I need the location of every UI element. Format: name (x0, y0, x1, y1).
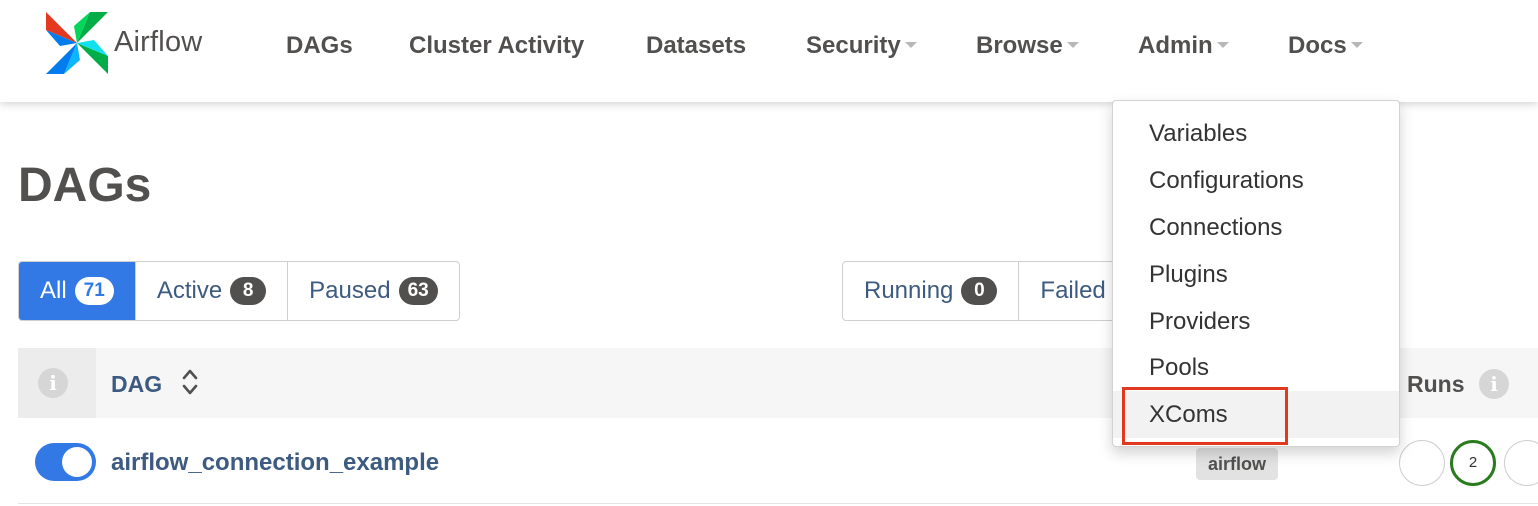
info-icon[interactable]: i (38, 368, 68, 398)
caret-down-icon (1216, 41, 1229, 48)
count-badge: 0 (961, 277, 998, 305)
brand-name[interactable]: Airflow (114, 26, 202, 59)
dag-tag[interactable]: airflow (1196, 448, 1279, 480)
count-badge: 71 (74, 277, 114, 305)
toggle-knob (62, 447, 92, 477)
menu-item-pools[interactable]: Pools (1113, 344, 1399, 391)
nav-browse[interactable]: Browse (976, 32, 1079, 60)
menu-item-configurations[interactable]: Configurations (1113, 157, 1399, 204)
airflow-logo-icon[interactable] (44, 10, 110, 76)
nav-docs[interactable]: Docs (1288, 32, 1363, 60)
run-state-circle[interactable] (1399, 440, 1445, 486)
filter-running-button[interactable]: Running 0 (843, 262, 1020, 320)
page-title: DAGs (18, 159, 152, 212)
admin-dropdown-menu: Variables Configurations Connections Plu… (1112, 100, 1400, 447)
nav-dags[interactable]: DAGs (286, 32, 353, 60)
menu-item-connections[interactable]: Connections (1113, 204, 1399, 251)
menu-item-variables[interactable]: Variables (1113, 110, 1399, 157)
run-state-circle-success[interactable]: 2 (1450, 440, 1496, 486)
filter-active-button[interactable]: Active 8 (136, 262, 289, 320)
dag-id-link[interactable]: airflow_connection_example (111, 449, 439, 477)
menu-item-xcoms[interactable]: XComs (1113, 391, 1399, 438)
run-filter-group: Running 0 Failed (842, 261, 1142, 321)
nav-cluster-activity[interactable]: Cluster Activity (409, 32, 584, 60)
info-icon[interactable]: i (1479, 369, 1509, 399)
caret-down-icon (904, 41, 917, 48)
column-header-dag[interactable]: DAG (111, 371, 162, 398)
filter-paused-button[interactable]: Paused 63 (288, 262, 459, 320)
top-navbar: Airflow DAGs Cluster Activity Datasets S… (0, 0, 1538, 102)
menu-item-plugins[interactable]: Plugins (1113, 251, 1399, 298)
count-badge: 63 (398, 277, 438, 305)
status-filter-group: All 71 Active 8 Paused 63 (18, 261, 460, 321)
menu-item-providers[interactable]: Providers (1113, 298, 1399, 345)
nav-security[interactable]: Security (806, 32, 917, 60)
sort-icon[interactable] (180, 366, 200, 398)
caret-down-icon (1350, 41, 1363, 48)
caret-down-icon (1066, 41, 1079, 48)
filter-all-button[interactable]: All 71 (19, 262, 136, 320)
nav-datasets[interactable]: Datasets (646, 32, 746, 60)
column-header-runs: Runs (1407, 371, 1465, 397)
count-badge: 8 (230, 277, 267, 305)
filter-failed-button[interactable]: Failed (1019, 262, 1126, 320)
dag-pause-toggle[interactable] (35, 443, 96, 481)
nav-admin[interactable]: Admin (1138, 32, 1229, 60)
